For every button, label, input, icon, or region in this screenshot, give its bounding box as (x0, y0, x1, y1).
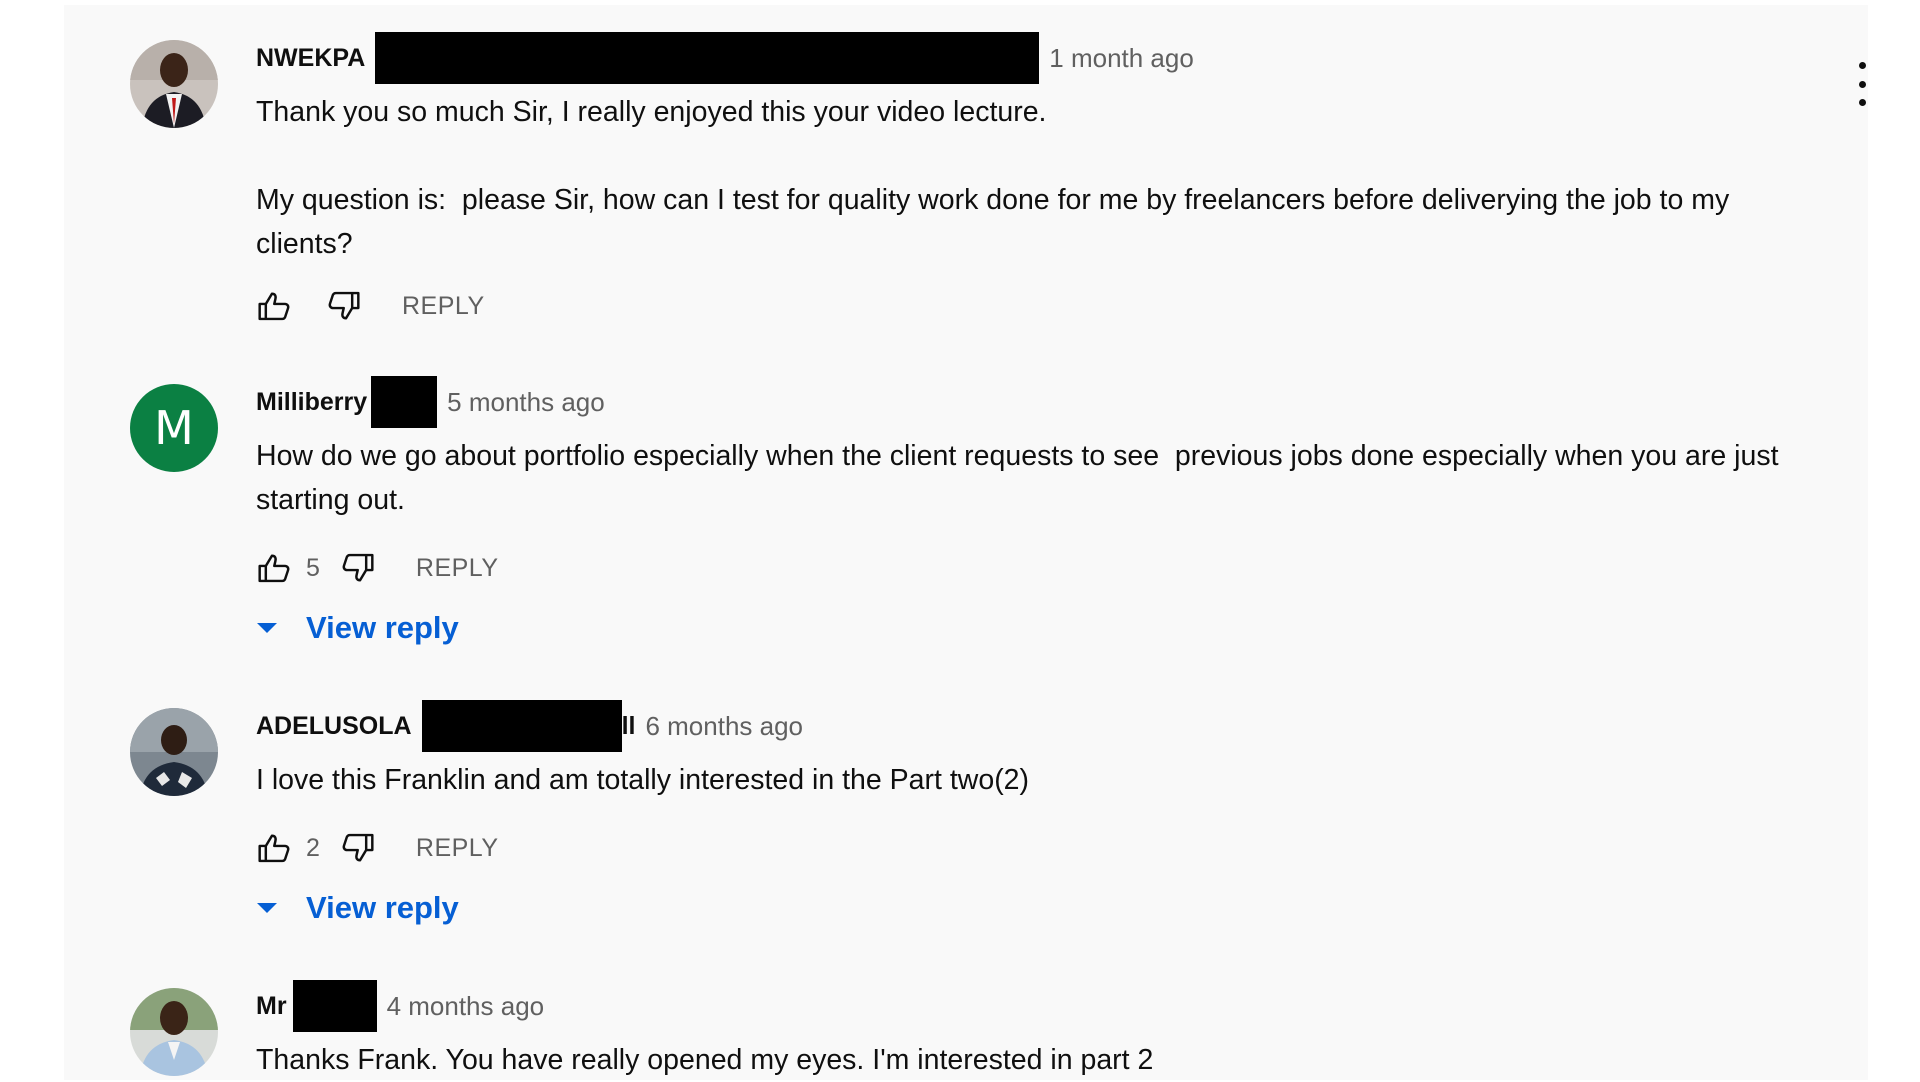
like-icon[interactable] (256, 830, 292, 866)
comment-text: Thank you so much Sir, I really enjoyed … (256, 96, 1730, 260)
view-reply-label: View reply (306, 610, 459, 645)
kebab-dot (1858, 99, 1866, 106)
avatar[interactable] (130, 708, 218, 796)
comment-body: NWEKPA 1 month ago Thank you so much Sir… (256, 32, 1796, 326)
comment-header: Milliberry 5 months ago (256, 376, 1796, 428)
dislike-icon[interactable] (340, 830, 376, 866)
kebab-dot (1858, 80, 1866, 88)
author-name[interactable]: Milliberry (256, 388, 367, 417)
comment-timestamp[interactable]: 6 months ago (645, 711, 803, 742)
reply-button[interactable]: REPLY (402, 292, 485, 321)
like-count: 5 (306, 553, 320, 582)
view-reply-button[interactable]: View reply (256, 606, 1796, 650)
comment-text: How do we go about portfolio especially … (256, 440, 1787, 516)
avatar[interactable] (130, 988, 218, 1076)
like-count: 2 (306, 833, 320, 862)
redaction-box (371, 376, 438, 428)
author-name[interactable]: ADELUSOLA (256, 712, 412, 741)
view-reply-label: View reply (306, 890, 459, 925)
avatar[interactable] (130, 40, 218, 128)
author-name-tail: ll (621, 711, 636, 740)
redaction-box (421, 700, 622, 752)
reply-button[interactable]: REPLY (416, 834, 499, 863)
comment-header: ADELUSOLA ll 6 months ago (256, 700, 1796, 752)
like-icon[interactable] (256, 550, 292, 586)
comment-body: Mr 4 months ago Thanks Frank. You have r… (256, 980, 1796, 1082)
avatar[interactable]: M (130, 384, 218, 472)
comment-header: Mr 4 months ago (256, 980, 1796, 1032)
comment-timestamp[interactable]: 1 month ago (1049, 43, 1194, 74)
caret-down-icon (257, 623, 277, 633)
kebab-dot (1858, 62, 1866, 69)
comment-text: Thanks Frank. You have really opened my … (256, 1044, 1154, 1076)
comment-header: NWEKPA 1 month ago (256, 32, 1796, 84)
author-name[interactable]: Mr (256, 992, 287, 1021)
redaction-box (292, 980, 377, 1032)
comment-actions: 5 REPLY (256, 548, 1796, 588)
more-actions-icon[interactable] (1855, 62, 1869, 106)
view-reply-button[interactable]: View reply (256, 886, 1796, 930)
caret-down-icon (257, 903, 277, 913)
like-icon[interactable] (256, 288, 292, 324)
comment-body: Milliberry 5 months ago How do we go abo… (256, 376, 1796, 650)
comment-actions: 2 REPLY (256, 828, 1796, 868)
redaction-box (375, 32, 1040, 84)
author-name[interactable]: NWEKPA (256, 44, 365, 73)
dislike-icon[interactable] (340, 550, 376, 586)
comment-timestamp[interactable]: 4 months ago (387, 991, 545, 1022)
comment-timestamp[interactable]: 5 months ago (447, 387, 605, 418)
comment-text: I love this Franklin and am totally inte… (256, 764, 1030, 796)
reply-button[interactable]: REPLY (416, 554, 499, 583)
comment-actions: REPLY (256, 286, 1796, 326)
comment-body: ADELUSOLA ll 6 months ago I love this Fr… (256, 700, 1796, 930)
dislike-icon[interactable] (326, 288, 362, 324)
